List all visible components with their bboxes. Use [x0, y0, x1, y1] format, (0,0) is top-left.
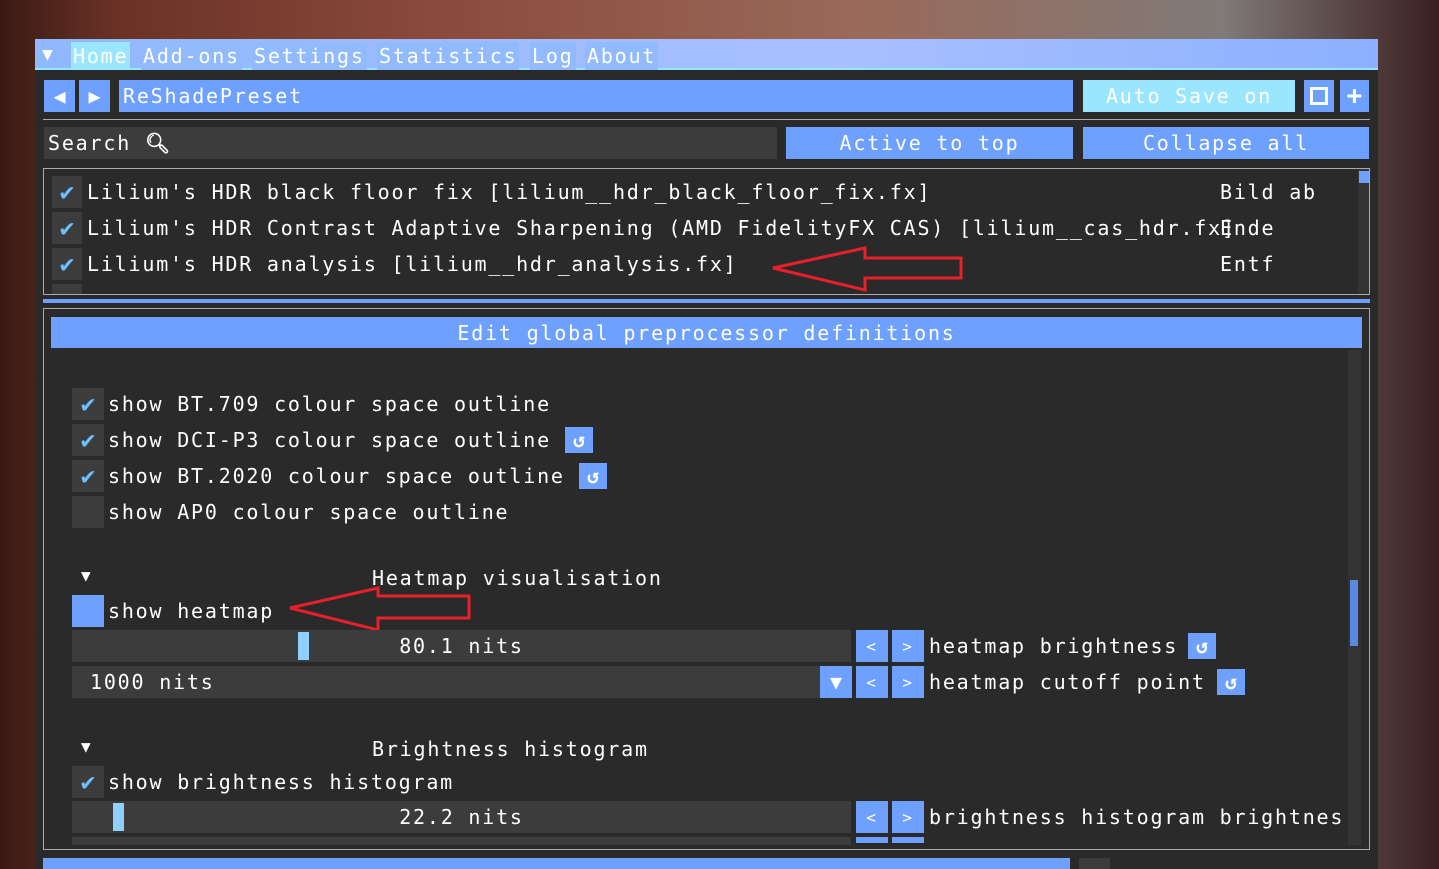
tab-home[interactable]: Home [71, 42, 131, 70]
reset-icon[interactable]: ↺ [579, 463, 607, 489]
reset-icon[interactable]: ↺ [565, 427, 593, 453]
decrease-button[interactable]: < [856, 630, 888, 662]
floppy-icon [1310, 87, 1328, 105]
reset-icon[interactable]: ↺ [1188, 633, 1216, 659]
annotation-arrow [289, 586, 471, 632]
tab-about[interactable]: About [585, 42, 659, 70]
bt709-label: show BT.709 colour space outline [108, 392, 551, 416]
heatmap-brightness-slider[interactable]: 80.1 nits [72, 630, 851, 662]
collapse-all-button[interactable]: Collapse all [1083, 127, 1369, 159]
decrease-button[interactable]: < [856, 666, 888, 698]
divider [43, 119, 1370, 120]
active-to-top-button[interactable]: Active to top [786, 127, 1073, 159]
dcip3-checkbox[interactable]: ✔ [72, 424, 104, 456]
show-heatmap-checkbox[interactable] [72, 595, 104, 627]
clipped-button[interactable] [856, 837, 888, 843]
effect-name: Lilium's HDR analysis [lilium__hdr_analy… [87, 252, 738, 276]
tab-add-ons[interactable]: Add-ons [141, 42, 242, 70]
bottom-button[interactable] [43, 858, 1070, 869]
heatmap-cutoff-label: heatmap cutoff point [929, 670, 1206, 694]
bt709-checkbox[interactable]: ✔ [72, 388, 104, 420]
search-label: Search [48, 131, 132, 155]
increase-button[interactable]: > [892, 666, 924, 698]
collapse-triangle-icon[interactable]: ▼ [81, 566, 91, 585]
scrollbar-thumb[interactable] [1350, 580, 1358, 646]
annotation-arrow [772, 246, 963, 292]
next-preset-button[interactable]: ▶ [79, 80, 110, 112]
bt2020-checkbox[interactable]: ✔ [72, 460, 104, 492]
effect-checkbox[interactable]: ✔ [52, 248, 82, 280]
bt2020-label: show BT.2020 colour space outline [108, 464, 565, 488]
preset-selector[interactable]: ReShadePreset [119, 80, 1073, 112]
increase-button[interactable]: > [892, 801, 924, 833]
tab-log[interactable]: Log [530, 42, 576, 70]
tab-statistics[interactable]: Statistics [377, 42, 520, 70]
clipped-button[interactable] [892, 837, 924, 843]
effect-checkbox[interactable]: ✔ [52, 176, 82, 208]
edit-preprocessor-button[interactable]: Edit global preprocessor definitions [51, 317, 1362, 348]
effect-row-clipped [52, 284, 82, 294]
histogram-section-title: Brightness histogram [372, 737, 649, 761]
settings-scrollbar[interactable] [1348, 350, 1361, 845]
effect-checkbox[interactable]: ✔ [52, 212, 82, 244]
dropdown-arrow-icon[interactable]: ▼ [820, 666, 852, 698]
heatmap-cutoff-combo[interactable]: 1000 nits [72, 666, 851, 698]
bottom-checkbox[interactable] [1079, 858, 1110, 869]
slider-grab[interactable] [113, 803, 124, 831]
collapse-menu-icon[interactable]: ▼ [42, 44, 62, 66]
show-histogram-label: show brightness histogram [108, 770, 455, 794]
collapse-triangle-icon[interactable]: ▼ [81, 737, 91, 756]
search-input[interactable]: Search 🔍︎ [44, 127, 777, 159]
ap0-label: show AP0 colour space outline [108, 500, 510, 524]
histogram-brightness-slider[interactable]: 22.2 nits [72, 801, 851, 833]
heatmap-brightness-label: heatmap brightness [929, 634, 1179, 658]
effect-list-scrollbar[interactable] [1358, 169, 1369, 294]
effect-shortcut: Ende [1220, 216, 1276, 240]
increase-button[interactable]: > [892, 630, 924, 662]
clipped-slider[interactable] [72, 837, 851, 845]
ap0-checkbox[interactable] [72, 496, 104, 528]
save-button[interactable] [1304, 80, 1334, 112]
auto-save-toggle[interactable]: Auto Save on [1083, 80, 1295, 112]
reset-icon[interactable]: ↺ [1217, 669, 1245, 695]
tab-settings[interactable]: Settings [252, 42, 367, 70]
effect-shortcut: Entf [1220, 252, 1276, 276]
effect-name: Lilium's HDR black floor fix [lilium__hd… [87, 180, 932, 204]
decrease-button[interactable]: < [856, 801, 888, 833]
slider-grab[interactable] [298, 632, 309, 660]
effect-shortcut: Bild ab [1220, 180, 1317, 204]
dcip3-label: show DCI-P3 colour space outline [108, 428, 551, 452]
effect-name: Lilium's HDR Contrast Adaptive Sharpenin… [87, 216, 1236, 240]
previous-preset-button[interactable]: ◀ [44, 80, 75, 112]
show-histogram-checkbox[interactable]: ✔ [72, 766, 104, 798]
show-heatmap-label: show heatmap [108, 599, 275, 623]
add-preset-button[interactable]: + [1340, 80, 1369, 112]
histogram-brightness-label: brightness histogram brightnes [929, 805, 1345, 829]
splitter[interactable] [43, 299, 1370, 303]
search-icon: 🔍︎ [144, 131, 173, 155]
